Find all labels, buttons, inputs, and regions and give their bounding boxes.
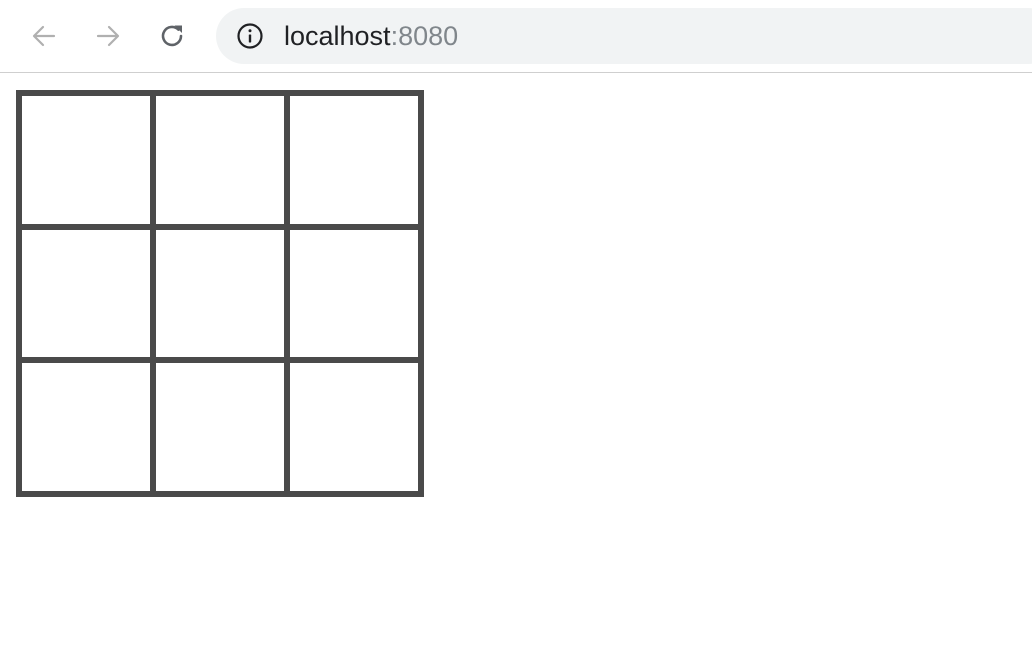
board-cell[interactable] [153, 93, 287, 227]
board-cell[interactable] [153, 360, 287, 494]
forward-button[interactable] [89, 17, 127, 55]
arrow-left-icon [32, 25, 56, 47]
info-icon[interactable] [236, 22, 264, 50]
board-cell[interactable] [19, 226, 153, 361]
url-text[interactable]: localhost:8080 [284, 21, 458, 51]
browser-toolbar: localhost:8080 [0, 0, 1032, 73]
board-cell[interactable] [287, 360, 421, 494]
board-cell[interactable] [19, 93, 153, 227]
reload-icon [161, 25, 183, 47]
reload-button[interactable] [153, 17, 191, 55]
board-cell[interactable] [153, 226, 287, 361]
arrow-right-icon [96, 25, 120, 47]
url-host: localhost [284, 21, 391, 51]
tic-tac-toe-board [16, 90, 424, 497]
url-port: :8080 [390, 21, 459, 51]
board-cell[interactable] [287, 226, 421, 361]
board-cell[interactable] [287, 93, 421, 227]
back-button[interactable] [25, 17, 63, 55]
address-bar[interactable]: localhost:8080 [216, 8, 1032, 64]
board-cell[interactable] [19, 360, 153, 494]
